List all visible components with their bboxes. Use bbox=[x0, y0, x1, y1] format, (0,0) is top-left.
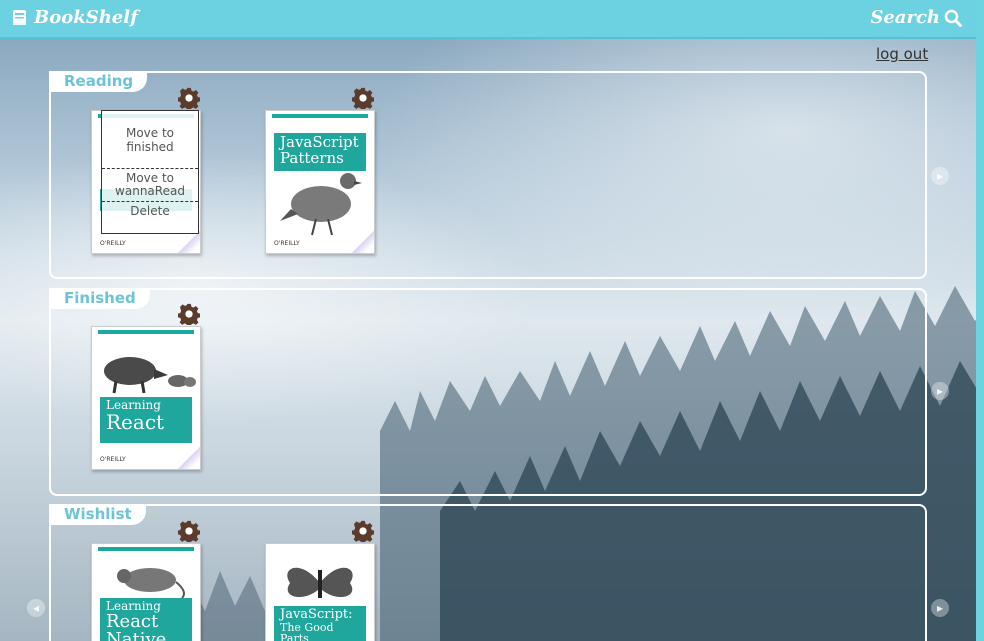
cover-strip bbox=[272, 114, 368, 118]
shelf-title: Reading bbox=[49, 71, 148, 92]
book-card[interactable]: JavaScript Patterns O'REILLY bbox=[265, 110, 375, 254]
cover-strip bbox=[98, 547, 194, 551]
next-arrow-icon[interactable]: ▸ bbox=[931, 167, 949, 185]
cover-band: Learning React Native bbox=[100, 598, 192, 641]
search-button[interactable]: Search bbox=[870, 7, 962, 28]
cover-strip bbox=[98, 330, 194, 334]
logout-link[interactable]: log out bbox=[876, 45, 928, 63]
brand-name: BookShelf bbox=[34, 7, 138, 28]
prev-arrow-icon[interactable]: ◂ bbox=[27, 599, 45, 617]
book-action-menu: Move to finished Move to wannaRead Delet… bbox=[101, 110, 199, 234]
window-edge bbox=[976, 0, 984, 641]
gear-icon[interactable] bbox=[178, 87, 200, 109]
gear-icon[interactable] bbox=[352, 520, 374, 542]
gear-icon[interactable] bbox=[178, 303, 200, 325]
gear-icon[interactable] bbox=[352, 87, 374, 109]
delete-option[interactable]: Delete bbox=[102, 201, 198, 225]
next-arrow-icon[interactable]: ▸ bbox=[931, 382, 949, 400]
shelf-title: Wishlist bbox=[49, 504, 146, 525]
shelf-title: Finished bbox=[49, 288, 150, 309]
book-title-line2: The Good Parts bbox=[280, 620, 334, 641]
book-title-line1: JavaScript: bbox=[280, 607, 353, 622]
move-to-wannaread-option[interactable]: Move to wannaRead bbox=[102, 167, 198, 202]
search-icon bbox=[944, 9, 962, 27]
next-arrow-icon[interactable]: ▸ bbox=[931, 599, 949, 617]
boar-illustration bbox=[104, 357, 196, 394]
cover-band: JavaScript: The Good Parts bbox=[274, 606, 366, 641]
book-publisher: O'REILLY bbox=[100, 456, 126, 463]
gear-icon[interactable] bbox=[178, 520, 200, 542]
bird-illustration bbox=[280, 173, 362, 236]
book-card[interactable]: Learning React Native bbox=[91, 543, 201, 641]
page-curl bbox=[178, 447, 200, 469]
book-publisher: O'REILLY bbox=[100, 240, 126, 247]
cover-band: Learning React bbox=[100, 397, 192, 443]
book-publisher: O'REILLY bbox=[274, 240, 300, 247]
top-bar: BookShelf Search bbox=[0, 0, 976, 39]
book-title-line2: React Native bbox=[106, 610, 167, 641]
move-to-finished-option[interactable]: Move to finished bbox=[102, 111, 198, 168]
book-card[interactable]: Learning React O'REILLY bbox=[91, 326, 201, 470]
brand-logo[interactable]: BookShelf bbox=[12, 7, 138, 28]
page-curl bbox=[178, 231, 200, 253]
search-label: Search bbox=[870, 7, 940, 28]
page-curl bbox=[352, 231, 374, 253]
book-title-line2: React bbox=[106, 409, 165, 434]
book-card[interactable]: JavaScript: The Good Parts bbox=[265, 543, 375, 641]
butterfly-illustration bbox=[287, 567, 353, 598]
book-icon bbox=[13, 9, 26, 25]
rodent-illustration bbox=[117, 568, 185, 598]
